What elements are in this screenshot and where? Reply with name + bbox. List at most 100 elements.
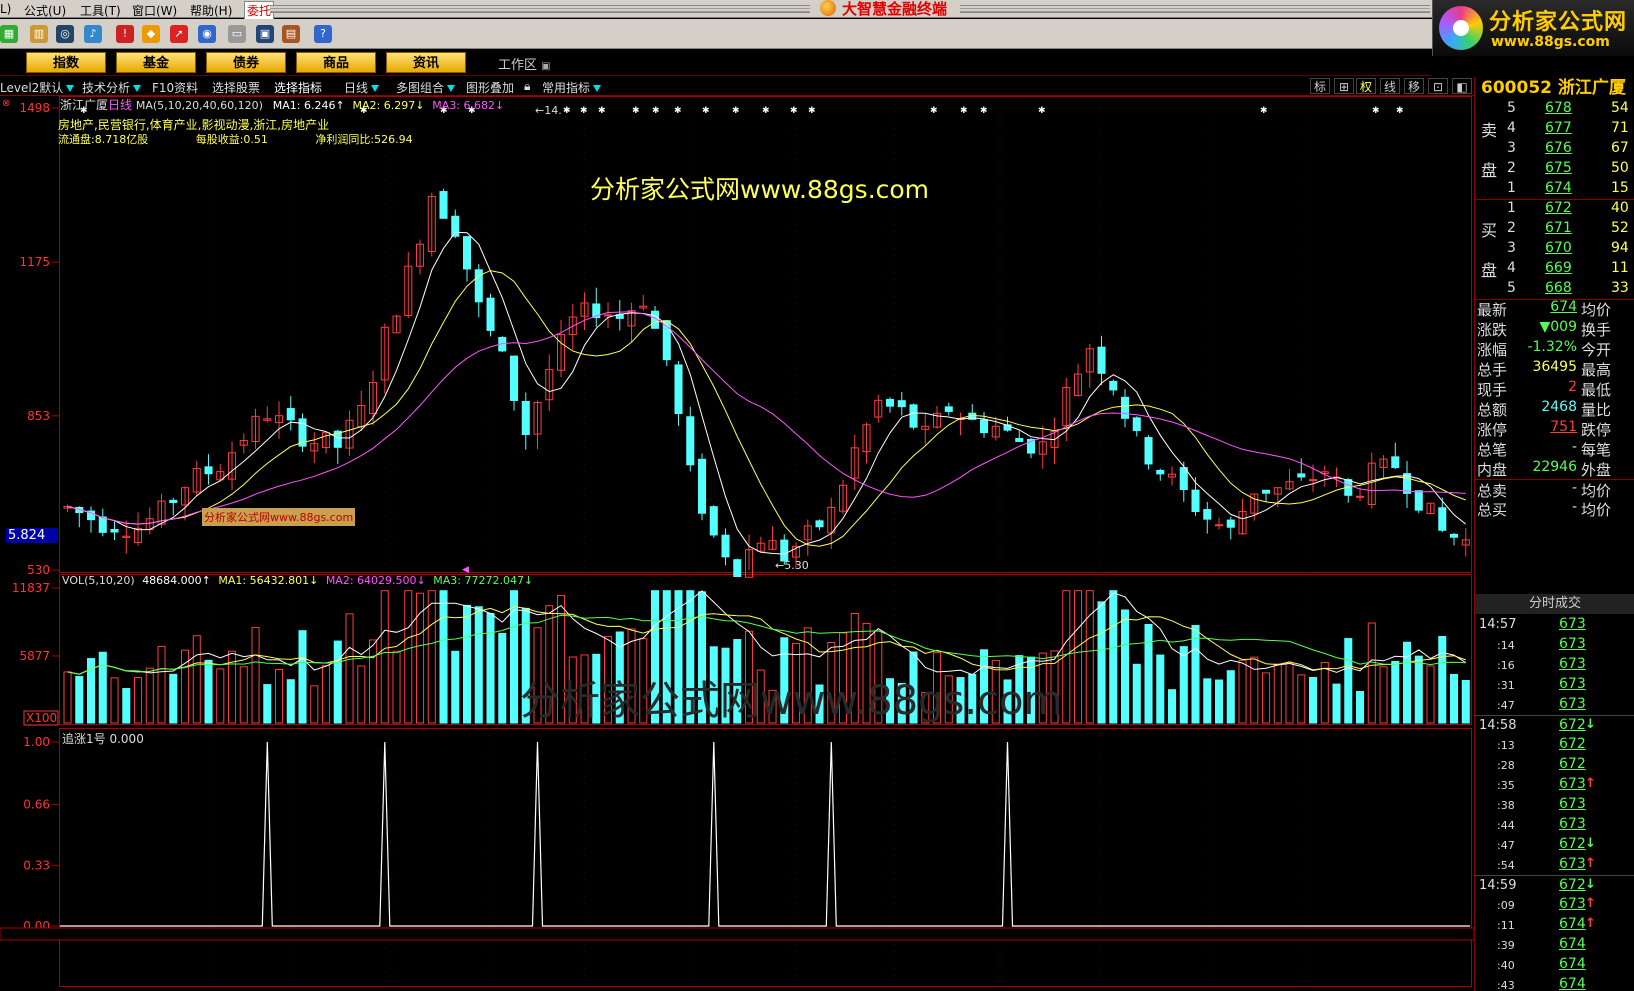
trade-row[interactable]: :14 673 (1475, 635, 1634, 655)
menu-item[interactable]: L) (0, 2, 11, 16)
trade-row[interactable]: :16 673 (1475, 655, 1634, 675)
order-volume: 15 (1611, 180, 1629, 196)
binoculars-icon[interactable]: ◎ (56, 25, 74, 43)
trade-price: 672 (1559, 836, 1586, 852)
trade-time: :38 (1497, 799, 1515, 812)
function-tab[interactable]: F10资料 (152, 79, 198, 96)
function-tab-label: F10资料 (152, 81, 199, 95)
function-tab[interactable]: 选择指标 (274, 79, 322, 96)
workspace-button[interactable]: 工作区 ▣ (498, 54, 551, 73)
chart-tool-button[interactable]: ⊡ (1428, 78, 1448, 94)
category-button[interactable]: 债券 (206, 52, 286, 73)
help-icon[interactable]: ? (314, 25, 332, 43)
function-tab-label: 技术分析 (82, 81, 131, 95)
quote-value: 2 (1568, 379, 1577, 395)
volume-bar (1179, 646, 1188, 724)
trade-row[interactable]: 14:59 672 ↓ (1475, 875, 1634, 895)
category-button[interactable]: 指数 (26, 52, 106, 73)
alert-icon[interactable]: ! (116, 25, 134, 43)
menu-item[interactable]: 公式(U) (24, 2, 66, 19)
order-book-row[interactable]: 1 674 15 (1475, 179, 1634, 199)
chart-tool-button[interactable]: 移 (1404, 78, 1424, 94)
window-icon[interactable]: ▣ (256, 25, 274, 43)
category-button[interactable]: 商品 (296, 52, 376, 73)
trade-row[interactable]: 14:58 672 ↓ (1475, 715, 1634, 735)
multi-window-icon[interactable]: ▦ (0, 25, 18, 43)
trade-row[interactable]: :38 673 (1475, 795, 1634, 815)
trade-row[interactable]: :47 672 ↓ (1475, 835, 1634, 855)
folder-icon[interactable]: ▭ (228, 25, 246, 43)
layout-icon[interactable]: ▥ (30, 25, 48, 43)
volume-bar (1297, 674, 1306, 724)
quote-row: 内盘 22946 外盘 (1475, 459, 1634, 479)
up-arrow-icon: ↑ (1585, 916, 1596, 931)
trade-row[interactable]: 14:57 673 (1475, 615, 1634, 635)
function-tab[interactable]: 多图组合 (396, 79, 456, 96)
chart-tool-button[interactable]: 线 (1380, 78, 1400, 94)
order-book-row[interactable]: 5 668 33 (1475, 279, 1634, 299)
up-arrow-icon: ↑ (1585, 896, 1596, 911)
order-book-row[interactable]: 4 677 71 (1475, 119, 1634, 139)
category-button[interactable]: 基金 (116, 52, 196, 73)
trade-row[interactable]: :44 673 (1475, 815, 1634, 835)
diamond-icon[interactable]: ◆ (142, 25, 160, 43)
trade-time: 14:58 (1479, 718, 1517, 733)
order-book-row[interactable]: 4 669 11 (1475, 259, 1634, 279)
function-tab[interactable]: 技术分析 (82, 79, 142, 96)
order-book-row[interactable]: 2 671 52 (1475, 219, 1634, 239)
books-icon[interactable]: ▤ (282, 25, 300, 43)
volume-bar (298, 630, 307, 724)
menu-item[interactable]: 帮助(H) (190, 2, 232, 19)
watermark-text: 分析家公式网www.88gs.com (590, 175, 930, 204)
volume-bar (463, 604, 472, 724)
trade-row[interactable]: :35 673 ↑ (1475, 775, 1634, 795)
volume-bar (1309, 676, 1318, 724)
trade-row[interactable]: :13 672 (1475, 735, 1634, 755)
order-book-row[interactable]: 3 670 94 (1475, 239, 1634, 259)
chart-tool-button[interactable]: 标 (1310, 78, 1330, 94)
function-tab[interactable]: Level2默认 (0, 79, 75, 96)
candle-body (1109, 380, 1118, 391)
trade-row[interactable]: :31 673 (1475, 675, 1634, 695)
chart-canvas[interactable]: 1498 1175 853 530 ←14. ←5.30 ✱ ✱ ✱ ✱ ✱ ✱ ✱ ✱ ✱ ✱ ✱ ✱ ✱ ✱ ✱ ✱ ✱… (0, 96, 1474, 991)
candle-body (1179, 467, 1188, 491)
mini-watermark: 分析家公式网www.88gs.com (202, 508, 356, 526)
quote-label-right: 均价 (1581, 301, 1612, 319)
trade-row[interactable]: :39 674 (1475, 935, 1634, 955)
trade-row[interactable]: :28 672 (1475, 755, 1634, 775)
trade-row[interactable]: :54 673 ↑ (1475, 855, 1634, 875)
function-tab[interactable]: 选择股票 (212, 79, 260, 96)
chart-tool-button[interactable]: ◧ (1452, 78, 1472, 94)
float-shares: 流通盘:8.718亿股 (58, 133, 149, 146)
chart-tool-button[interactable]: ⊞ (1334, 78, 1354, 94)
lock-icon[interactable]: 🔒︎ (524, 79, 530, 94)
order-book-row[interactable]: 3 676 67 (1475, 139, 1634, 159)
order-book-row[interactable]: 2 675 50 (1475, 159, 1634, 179)
trade-row[interactable]: :11 674 ↑ (1475, 915, 1634, 935)
order-volume: 67 (1611, 140, 1629, 156)
bell-icon[interactable]: ♪ (84, 25, 102, 43)
trade-list-header[interactable]: 分时成交 (1475, 594, 1634, 614)
category-button[interactable]: 资讯 (386, 52, 466, 73)
order-book-row[interactable]: 1 672 40 (1475, 199, 1634, 219)
trade-row[interactable]: :09 673 ↑ (1475, 895, 1634, 915)
function-tab[interactable]: 图形叠加 (466, 79, 514, 96)
k-line-chart[interactable]: 1498 1175 853 530 ←14. ←5.30 ✱ ✱ ✱ ✱ ✱ ✱ ✱ ✱ ✱ ✱ ✱ ✱ ✱ ✱ ✱ ✱ ✱… (0, 96, 1474, 991)
trade-row[interactable]: :47 673 (1475, 695, 1634, 715)
order-volume: 94 (1611, 240, 1629, 256)
chart-up-icon[interactable]: ➚ (170, 25, 188, 43)
globe-icon[interactable]: ◉ (198, 25, 216, 43)
trade-row[interactable]: :43 674 (1475, 975, 1634, 991)
function-tab[interactable]: 常用指标 (542, 79, 602, 96)
candle-body (1450, 533, 1459, 538)
chart-tool-button[interactable]: 权 (1356, 78, 1376, 94)
function-tab[interactable]: 日线 (344, 79, 380, 96)
trade-price: 674 (1559, 976, 1586, 991)
volume-bar (204, 659, 213, 724)
workspace-label: 工作区 (498, 58, 538, 73)
trade-row[interactable]: :40 674 (1475, 955, 1634, 975)
order-book-row[interactable]: 5 678 54 (1475, 99, 1634, 119)
menu-item[interactable]: 窗口(W) (132, 2, 177, 19)
volume-bar (1426, 665, 1435, 724)
menu-item[interactable]: 工具(T) (80, 2, 121, 19)
